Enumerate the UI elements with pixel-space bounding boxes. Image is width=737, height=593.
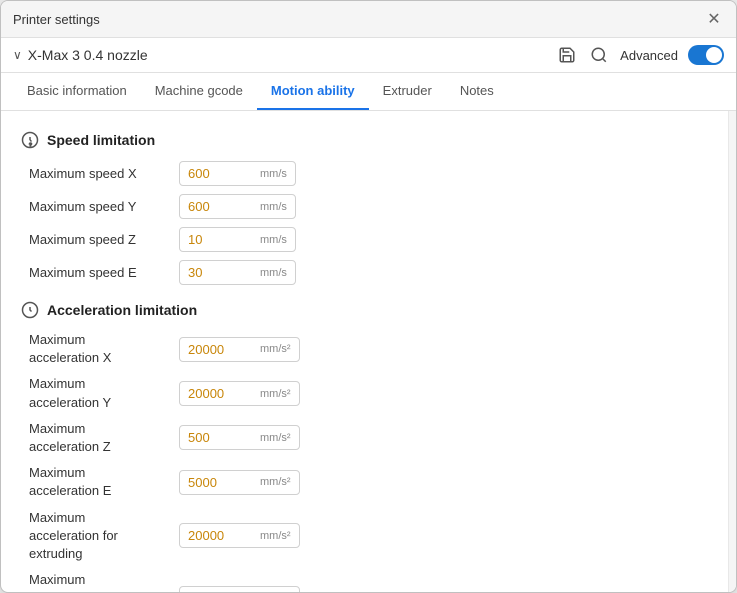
- search-icon[interactable]: [588, 44, 610, 66]
- field-label-max-accel-retracting: Maximumacceleration forretracting: [29, 571, 179, 592]
- field-label-max-accel-z: Maximumacceleration Z: [29, 420, 179, 456]
- field-max-speed-z: Maximum speed Z mm/s: [21, 227, 708, 252]
- field-label-max-accel-x: Maximumacceleration X: [29, 331, 179, 367]
- acceleration-limitation-title: Acceleration limitation: [47, 302, 197, 318]
- field-label-max-speed-x: Maximum speed X: [29, 166, 179, 181]
- field-label-max-accel-y: Maximumacceleration Y: [29, 375, 179, 411]
- printer-settings-window: Printer settings ✕ ∨ X-Max 3 0.4 nozzle: [0, 0, 737, 593]
- printer-name-section: ∨ X-Max 3 0.4 nozzle: [13, 47, 548, 63]
- unit-max-speed-z: mm/s: [260, 230, 295, 250]
- speed-limitation-header: ? Speed limitation: [21, 131, 708, 149]
- field-input-wrapper-max-speed-e: mm/s: [179, 260, 296, 285]
- speed-icon: ?: [21, 131, 39, 149]
- unit-max-accel-retracting: mm/s²: [260, 588, 299, 592]
- field-input-wrapper-max-speed-y: mm/s: [179, 194, 296, 219]
- chevron-down-icon: ∨: [13, 48, 22, 62]
- field-max-accel-z: Maximumacceleration Z mm/s²: [21, 420, 708, 456]
- field-input-wrapper-max-speed-z: mm/s: [179, 227, 296, 252]
- unit-max-speed-e: mm/s: [260, 263, 295, 283]
- field-input-wrapper-max-accel-retracting: mm/s²: [179, 586, 300, 592]
- field-label-max-speed-y: Maximum speed Y: [29, 199, 179, 214]
- printer-name: X-Max 3 0.4 nozzle: [28, 47, 148, 63]
- printer-actions: Advanced: [556, 44, 724, 66]
- close-button[interactable]: ✕: [704, 9, 724, 29]
- field-input-wrapper-max-accel-extruding: mm/s²: [179, 523, 300, 548]
- input-max-accel-z[interactable]: [180, 426, 260, 449]
- tab-motion-ability[interactable]: Motion ability: [257, 73, 369, 110]
- advanced-toggle[interactable]: [688, 45, 724, 65]
- field-input-wrapper-max-accel-e: mm/s²: [179, 470, 300, 495]
- input-max-speed-e[interactable]: [180, 261, 260, 284]
- field-max-speed-x: Maximum speed X mm/s: [21, 161, 708, 186]
- unit-max-accel-y: mm/s²: [260, 384, 299, 404]
- field-max-accel-e: Maximumacceleration E mm/s²: [21, 464, 708, 500]
- field-input-wrapper-max-speed-x: mm/s: [179, 161, 296, 186]
- unit-max-accel-x: mm/s²: [260, 339, 299, 359]
- field-input-wrapper-max-accel-y: mm/s²: [179, 381, 300, 406]
- input-max-speed-z[interactable]: [180, 228, 260, 251]
- title-bar: Printer settings ✕: [1, 1, 736, 38]
- tab-machine-gcode[interactable]: Machine gcode: [141, 73, 257, 110]
- scrollbar[interactable]: [728, 111, 736, 592]
- unit-max-accel-extruding: mm/s²: [260, 526, 299, 546]
- tabs-bar: Basic information Machine gcode Motion a…: [1, 73, 736, 111]
- acceleration-icon: [21, 301, 39, 319]
- input-max-accel-y[interactable]: [180, 382, 260, 405]
- unit-max-speed-y: mm/s: [260, 197, 295, 217]
- field-max-accel-x: Maximumacceleration X mm/s²: [21, 331, 708, 367]
- input-max-speed-x[interactable]: [180, 162, 260, 185]
- field-max-accel-extruding: Maximumacceleration forextruding mm/s²: [21, 509, 708, 564]
- field-label-max-speed-e: Maximum speed E: [29, 265, 179, 280]
- tab-extruder[interactable]: Extruder: [369, 73, 446, 110]
- field-max-accel-retracting: Maximumacceleration forretracting mm/s²: [21, 571, 708, 592]
- save-icon[interactable]: [556, 44, 578, 66]
- field-max-speed-y: Maximum speed Y mm/s: [21, 194, 708, 219]
- input-max-accel-e[interactable]: [180, 471, 260, 494]
- unit-max-accel-z: mm/s²: [260, 428, 299, 448]
- content-area: ? Speed limitation Maximum speed X mm/s …: [1, 111, 736, 592]
- field-label-max-speed-z: Maximum speed Z: [29, 232, 179, 247]
- input-max-accel-x[interactable]: [180, 338, 260, 361]
- field-max-accel-y: Maximumacceleration Y mm/s²: [21, 375, 708, 411]
- input-max-accel-retracting[interactable]: [180, 587, 260, 592]
- speed-limitation-title: Speed limitation: [47, 132, 155, 148]
- unit-max-accel-e: mm/s²: [260, 472, 299, 492]
- field-max-speed-e: Maximum speed E mm/s: [21, 260, 708, 285]
- field-label-max-accel-extruding: Maximumacceleration forextruding: [29, 509, 179, 564]
- field-label-max-accel-e: Maximumacceleration E: [29, 464, 179, 500]
- main-content: ? Speed limitation Maximum speed X mm/s …: [1, 111, 728, 592]
- field-input-wrapper-max-accel-x: mm/s²: [179, 337, 300, 362]
- tab-notes[interactable]: Notes: [446, 73, 508, 110]
- input-max-speed-y[interactable]: [180, 195, 260, 218]
- field-input-wrapper-max-accel-z: mm/s²: [179, 425, 300, 450]
- printer-bar: ∨ X-Max 3 0.4 nozzle Advanced: [1, 38, 736, 73]
- window-title: Printer settings: [13, 12, 100, 27]
- input-max-accel-extruding[interactable]: [180, 524, 260, 547]
- acceleration-limitation-header: Acceleration limitation: [21, 301, 708, 319]
- advanced-label: Advanced: [620, 48, 678, 63]
- tab-basic-information[interactable]: Basic information: [13, 73, 141, 110]
- svg-text:?: ?: [29, 142, 32, 147]
- unit-max-speed-x: mm/s: [260, 164, 295, 184]
